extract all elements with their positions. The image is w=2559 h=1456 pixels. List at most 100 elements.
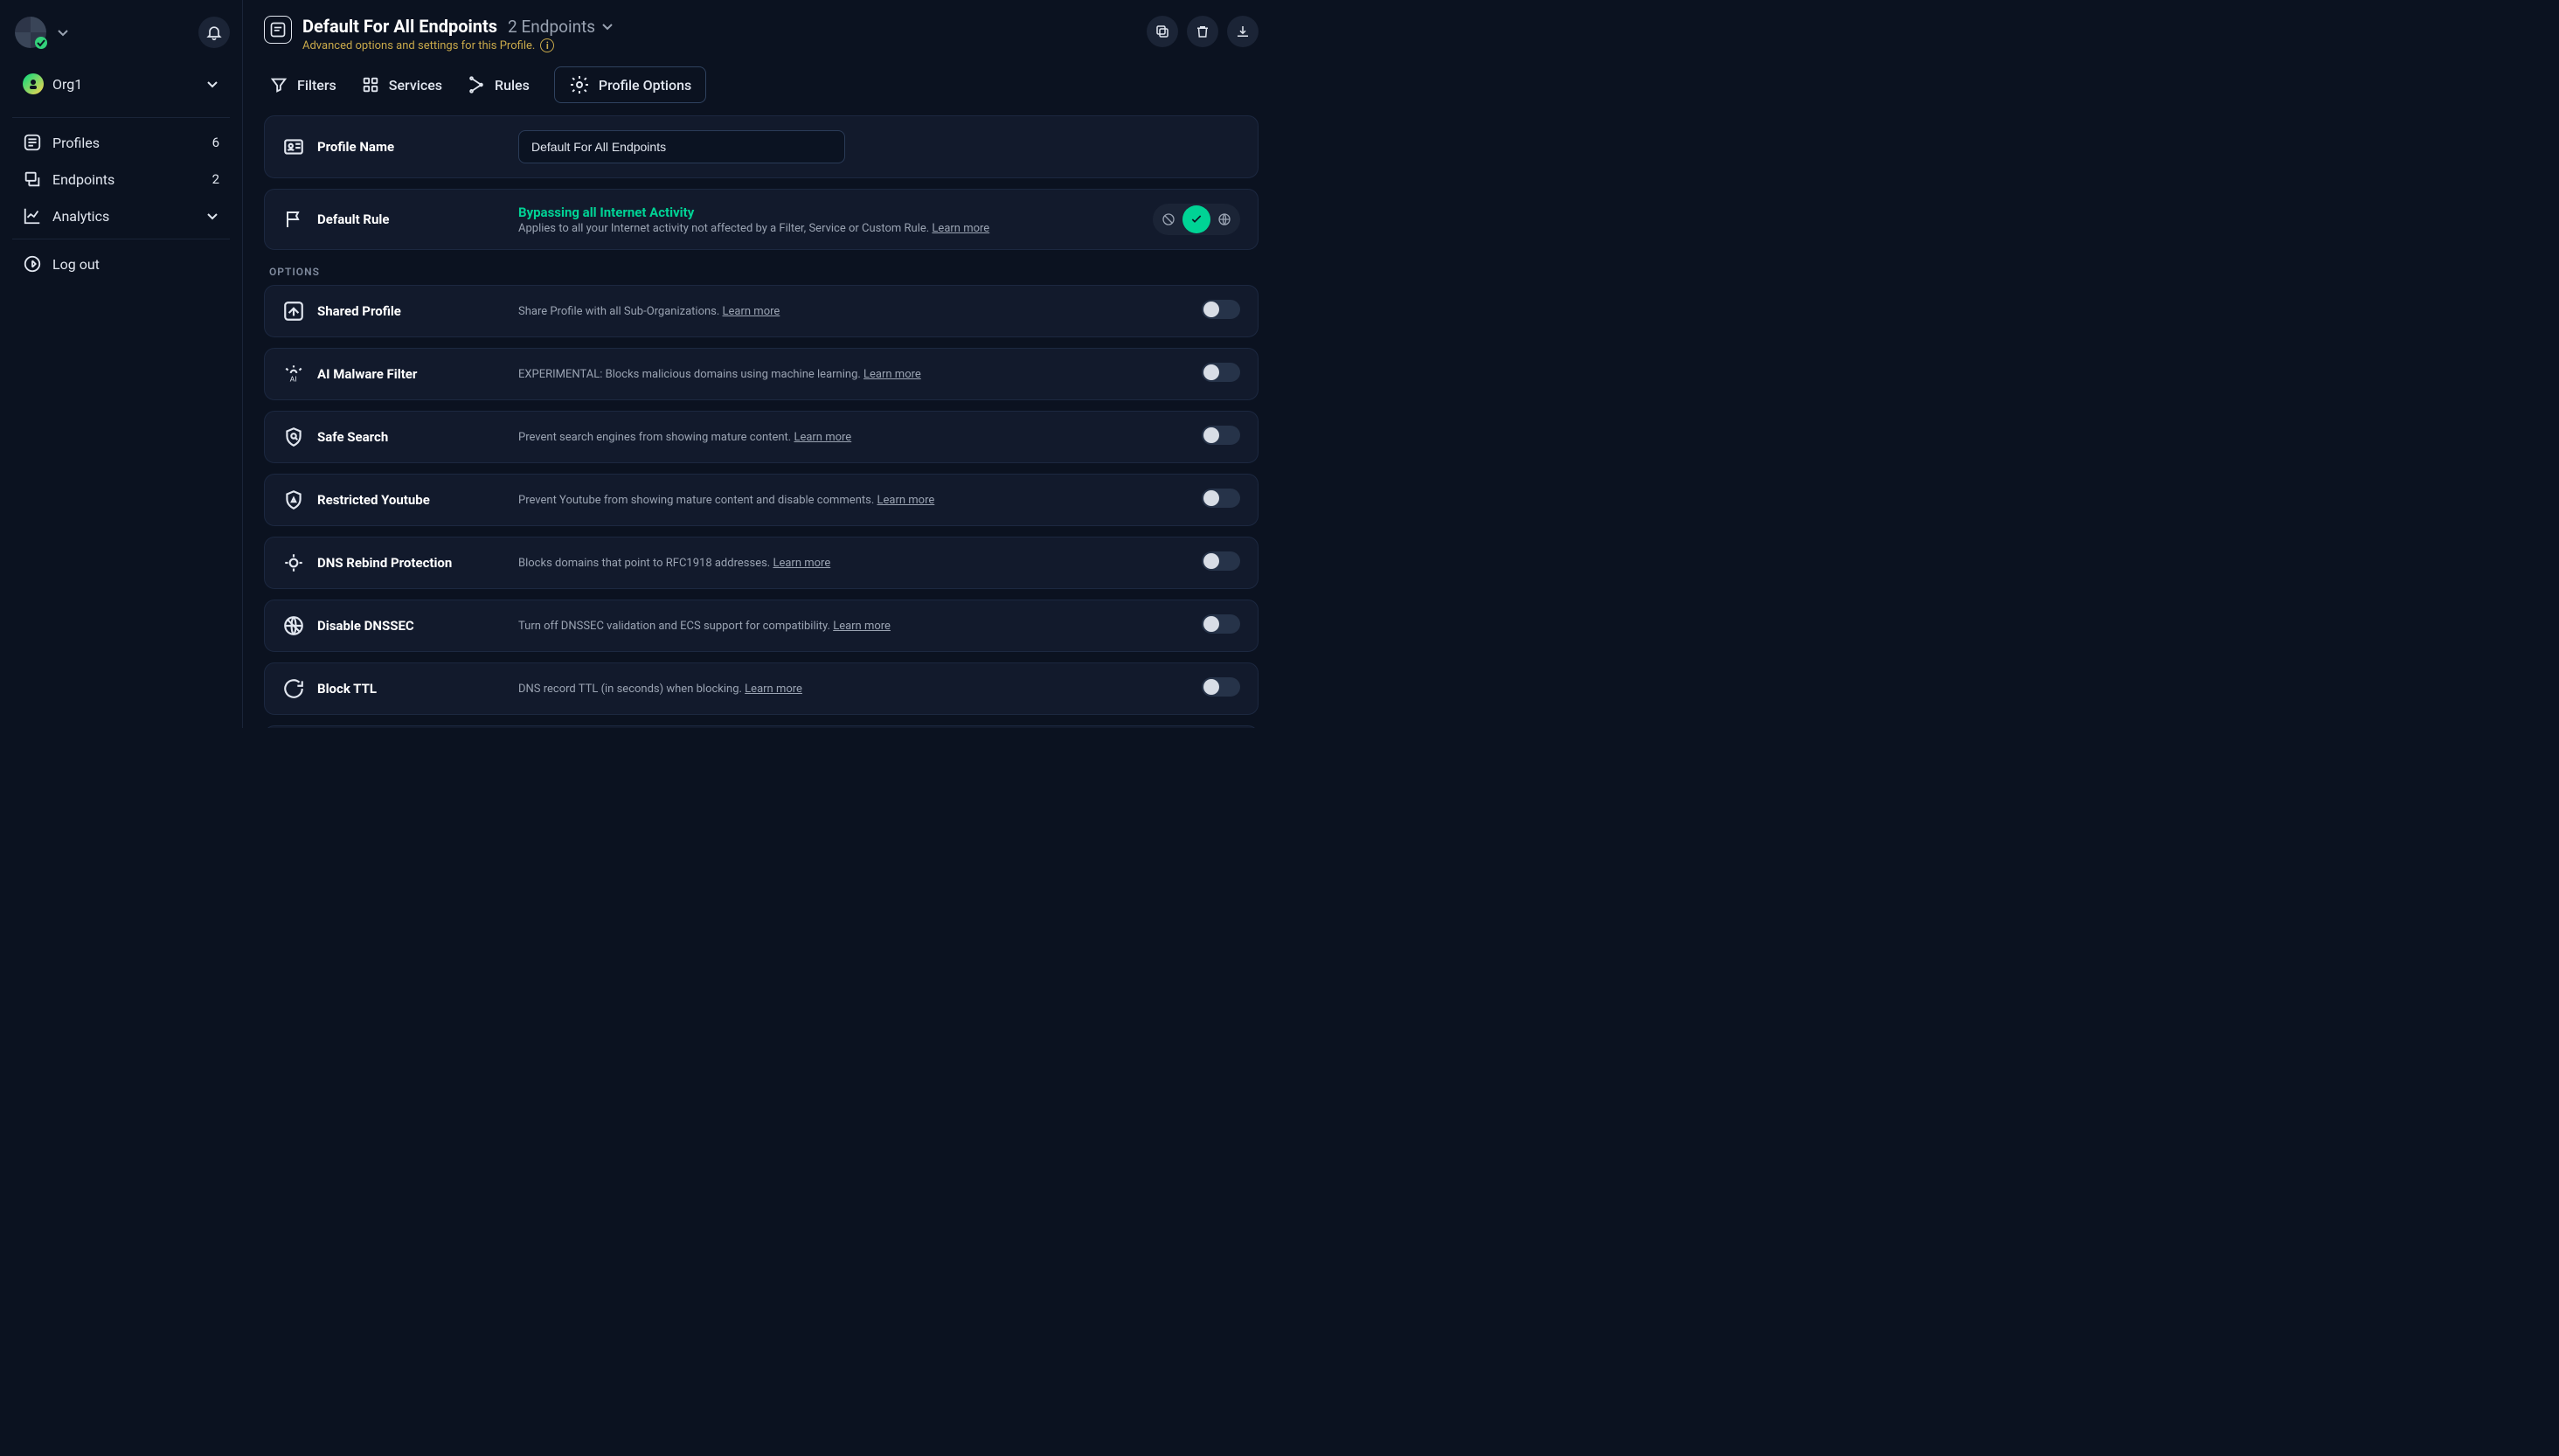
tab-label: Services [389, 77, 442, 94]
shield-icon [282, 489, 305, 511]
option-title: Disable DNSSEC [317, 618, 414, 634]
rules-icon [467, 75, 486, 94]
chevron-down-icon [205, 209, 219, 223]
field-label: Default Rule [317, 211, 390, 227]
page-title: Default For All Endpoints [302, 16, 497, 37]
option-toggle[interactable] [1202, 614, 1240, 634]
nav-analytics[interactable]: Analytics [12, 198, 230, 233]
nav-logout[interactable]: Log out [12, 246, 230, 281]
mode-bypass-button[interactable] [1182, 205, 1210, 233]
logo-dropdown[interactable] [12, 14, 70, 51]
ttl-icon [282, 677, 305, 700]
chevron-down-icon [56, 25, 70, 39]
option-toggle[interactable] [1202, 426, 1240, 445]
nav-profiles[interactable]: Profiles 6 [12, 125, 230, 160]
org-name: Org1 [52, 76, 82, 93]
tab-filters[interactable]: Filters [269, 75, 336, 94]
tab-profile-options[interactable]: Profile Options [554, 66, 706, 103]
svg-text:AI: AI [290, 376, 297, 385]
field-label: Profile Name [317, 139, 394, 155]
learn-more-link[interactable]: Learn more [794, 431, 851, 444]
tab-services[interactable]: Services [361, 75, 442, 94]
profile-name-input[interactable] [518, 130, 845, 163]
learn-more-link[interactable]: Learn more [833, 620, 891, 633]
org-avatar-icon [23, 73, 44, 94]
learn-more-link[interactable]: Learn more [863, 368, 921, 381]
mode-redirect-button[interactable] [1210, 205, 1238, 233]
option-desc: EXPERIMENTAL: Blocks malicious domains u… [518, 368, 863, 381]
chevron-down-icon [205, 77, 219, 91]
ai-icon: AI [282, 363, 305, 385]
endpoints-icon [23, 170, 42, 189]
option-title: Block TTL [317, 681, 377, 697]
gear-icon [569, 74, 590, 95]
nav-label: Profiles [52, 135, 100, 151]
option-toggle[interactable] [1202, 300, 1240, 319]
default-rule-desc: Applies to all your Internet activity no… [518, 222, 932, 235]
info-icon[interactable]: i [540, 38, 554, 52]
learn-more-link[interactable]: Learn more [723, 305, 780, 318]
app-logo-icon [12, 14, 49, 51]
nav-label: Log out [52, 256, 100, 273]
option-desc: Prevent search engines from showing matu… [518, 431, 794, 444]
option-desc: DNS record TTL (in seconds) when blockin… [518, 683, 745, 696]
option-title: Restricted Youtube [317, 492, 430, 508]
option-desc: Share Profile with all Sub-Organizations… [518, 305, 723, 318]
search-shield-icon [282, 426, 305, 448]
learn-more-link[interactable]: Learn more [773, 557, 830, 570]
option-toggle[interactable] [1202, 489, 1240, 508]
profile-name-card: Profile Name [264, 115, 1259, 178]
grid-icon [361, 75, 380, 94]
nav-count: 2 [212, 171, 219, 187]
nav-label: Endpoints [52, 171, 114, 188]
sidebar-top [12, 14, 230, 51]
logout-icon [23, 254, 42, 274]
learn-more-link[interactable]: Learn more [877, 494, 935, 507]
options-heading: OPTIONS [269, 266, 1259, 278]
id-card-icon [282, 135, 305, 158]
download-button[interactable] [1227, 16, 1259, 47]
option-row: Safe Search Prevent search engines from … [264, 411, 1259, 463]
learn-more-link[interactable]: Learn more [932, 222, 989, 235]
nav-label: Analytics [52, 208, 109, 225]
option-row: AI AI Malware Filter EXPERIMENTAL: Block… [264, 348, 1259, 400]
option-row: Redirect TTL DNS record TTL (in seconds)… [264, 725, 1259, 728]
org-selector[interactable]: Org1 [12, 65, 230, 103]
option-title: Safe Search [317, 429, 388, 445]
endpoints-count-dropdown[interactable]: 2 Endpoints [508, 17, 614, 37]
option-toggle[interactable] [1202, 363, 1240, 382]
option-row: Restricted Youtube Prevent Youtube from … [264, 474, 1259, 526]
option-row: Block TTL DNS record TTL (in seconds) wh… [264, 662, 1259, 715]
page-subtitle: Advanced options and settings for this P… [302, 39, 535, 52]
profiles-icon [23, 133, 42, 152]
mode-block-button[interactable] [1155, 205, 1182, 233]
rebind-icon [282, 551, 305, 574]
sidebar: Org1 Profiles 6 Endpoints 2 Analy [0, 0, 243, 728]
nav-endpoints[interactable]: Endpoints 2 [12, 162, 230, 197]
endpoints-count-label: 2 Endpoints [508, 17, 595, 37]
option-toggle[interactable] [1202, 551, 1240, 571]
share-icon [282, 300, 305, 322]
page-header: Default For All Endpoints 2 Endpoints Ad… [264, 16, 1259, 52]
option-row: DNS Rebind Protection Blocks domains tha… [264, 537, 1259, 589]
option-title: AI Malware Filter [317, 366, 417, 382]
option-desc: Prevent Youtube from showing mature cont… [518, 494, 877, 507]
tab-rules[interactable]: Rules [467, 75, 530, 94]
option-toggle[interactable] [1202, 677, 1240, 697]
notifications-button[interactable] [198, 17, 230, 48]
default-rule-status: Bypassing all Internet Activity [518, 205, 1137, 220]
tab-label: Rules [495, 77, 530, 94]
default-rule-card: Default Rule Bypassing all Internet Acti… [264, 189, 1259, 250]
globe-off-icon [282, 614, 305, 637]
flag-icon [282, 208, 305, 231]
tab-label: Filters [297, 77, 336, 94]
option-row: Shared Profile Share Profile with all Su… [264, 285, 1259, 337]
duplicate-button[interactable] [1147, 16, 1178, 47]
analytics-icon [23, 206, 42, 225]
option-title: Shared Profile [317, 303, 401, 319]
learn-more-link[interactable]: Learn more [745, 683, 802, 696]
nav-count: 6 [212, 135, 219, 150]
option-desc: Blocks domains that point to RFC1918 add… [518, 557, 773, 570]
tab-label: Profile Options [599, 77, 691, 94]
delete-button[interactable] [1187, 16, 1218, 47]
